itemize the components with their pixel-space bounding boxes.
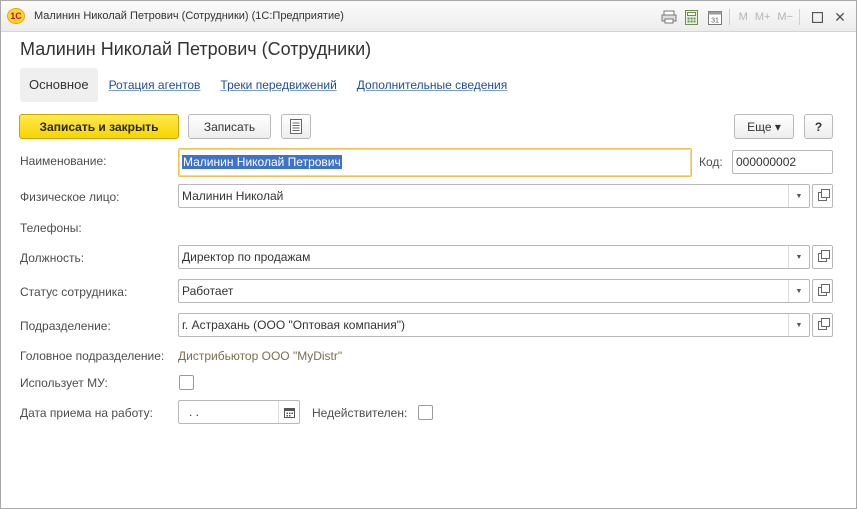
phones-label: Телефоны: xyxy=(20,221,82,235)
position-open-button[interactable] xyxy=(812,245,833,269)
code-label: Код: xyxy=(699,155,723,169)
tab-main[interactable]: Основное xyxy=(20,68,98,102)
chevron-down-icon[interactable]: ▼ xyxy=(788,246,809,268)
hire-date-value: . . xyxy=(189,405,200,419)
person-field-value: Малинин Николай xyxy=(182,189,284,203)
memory-m-button[interactable]: M xyxy=(737,7,750,27)
chevron-down-icon[interactable]: ▼ xyxy=(788,314,809,336)
window-title: Малинин Николай Петрович (Сотрудники) (1… xyxy=(34,10,344,22)
tab-additional-info[interactable]: Дополнительные сведения xyxy=(357,78,507,92)
toolbar-separator xyxy=(799,9,800,25)
position-field[interactable]: Директор по продажам ▼ xyxy=(178,245,810,269)
open-form-icon xyxy=(818,188,830,201)
status-open-button[interactable] xyxy=(812,279,833,303)
division-field-value: г. Астрахань (ООО "Оптовая компания") xyxy=(182,318,405,332)
memory-plus-button[interactable]: M+ xyxy=(753,7,773,27)
name-selected-text: Малинин Николай Петрович xyxy=(182,155,342,169)
name-input-value: Малинин Николай Петрович xyxy=(182,155,342,169)
save-and-close-button[interactable]: Записать и закрыть xyxy=(19,114,179,139)
maximize-icon[interactable] xyxy=(807,7,827,27)
person-label: Физическое лицо: xyxy=(20,190,120,204)
code-input[interactable]: 000000002 xyxy=(732,150,833,174)
division-label: Подразделение: xyxy=(20,319,111,333)
toolbar-separator xyxy=(728,9,730,25)
title-bar: 1С Малинин Николай Петрович (Сотрудники)… xyxy=(1,1,856,32)
chevron-down-icon[interactable]: ▼ xyxy=(788,185,809,207)
person-field[interactable]: Малинин Николай ▼ xyxy=(178,184,810,208)
position-label: Должность: xyxy=(20,251,85,265)
memory-minus-button[interactable]: M− xyxy=(775,7,795,27)
calculator-icon[interactable] xyxy=(682,7,702,27)
form-tabs: Основное Ротация агентов Треки передвиже… xyxy=(20,68,527,102)
uses-mu-label: Использует МУ: xyxy=(20,376,108,390)
calendar-day-text: 31 xyxy=(711,17,719,24)
calendar-picker-icon[interactable] xyxy=(278,401,299,423)
open-form-icon xyxy=(818,249,830,262)
position-field-value: Директор по продажам xyxy=(182,250,311,264)
code-input-value: 000000002 xyxy=(736,155,797,169)
status-label: Статус сотрудника: xyxy=(20,285,128,299)
invalid-checkbox[interactable] xyxy=(418,405,433,420)
open-form-icon xyxy=(818,283,830,296)
chevron-down-icon[interactable]: ▼ xyxy=(788,280,809,302)
name-input[interactable]: Малинин Николай Петрович xyxy=(178,148,692,177)
tab-movement-tracks[interactable]: Треки передвижений xyxy=(220,78,336,92)
list-report-button[interactable] xyxy=(281,114,311,139)
division-field[interactable]: г. Астрахань (ООО "Оптовая компания") ▼ xyxy=(178,313,810,337)
status-field[interactable]: Работает ▼ xyxy=(178,279,810,303)
page-title: Малинин Николай Петрович (Сотрудники) xyxy=(20,39,372,59)
print-icon[interactable] xyxy=(659,7,679,27)
help-button[interactable]: ? xyxy=(804,114,833,139)
hire-date-label: Дата приема на работу: xyxy=(20,406,153,420)
close-icon[interactable]: ✕ xyxy=(830,7,850,27)
app-logo-icon: 1С xyxy=(7,8,25,24)
person-open-button[interactable] xyxy=(812,184,833,208)
head-division-label: Головное подразделение: xyxy=(20,349,165,363)
head-division-value: Дистрибьютор ООО "MyDistr" xyxy=(178,349,343,363)
title-bar-tools: 31 M M+ M− ✕ xyxy=(656,7,850,27)
hire-date-field[interactable]: . . xyxy=(178,400,300,424)
form-window: 1С Малинин Николай Петрович (Сотрудники)… xyxy=(0,0,857,509)
open-form-icon xyxy=(818,317,830,330)
division-open-button[interactable] xyxy=(812,313,833,337)
name-label: Наименование: xyxy=(20,154,107,168)
status-field-value: Работает xyxy=(182,284,234,298)
list-report-icon xyxy=(290,119,302,134)
calendar-icon[interactable]: 31 xyxy=(705,7,725,27)
tab-agent-rotation[interactable]: Ротация агентов xyxy=(109,78,201,92)
more-menu-button[interactable]: Еще ▾ xyxy=(734,114,794,139)
invalid-label: Недействителен: xyxy=(312,406,408,420)
uses-mu-checkbox[interactable] xyxy=(179,375,194,390)
save-button[interactable]: Записать xyxy=(188,114,271,139)
